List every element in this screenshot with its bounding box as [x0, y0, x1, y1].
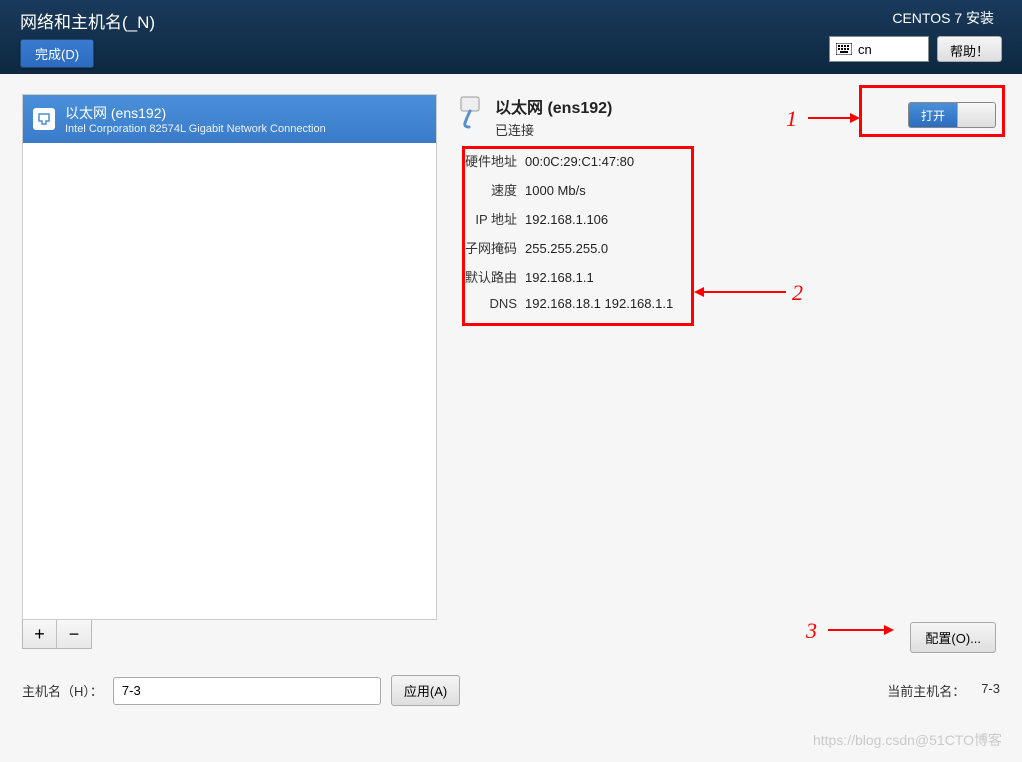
- keyboard-layout-selector[interactable]: cn: [829, 36, 929, 62]
- connection-details: 以太网 (ens192) 已连接 打开 硬件地址 00:0C:29:C1:47:…: [455, 94, 1000, 649]
- page-title: 网络和主机名(_N): [20, 8, 155, 33]
- connection-details-table: 硬件地址 00:0C:29:C1:47:80 速度 1000 Mb/s IP 地…: [457, 151, 1000, 311]
- hostname-row: 主机名（H）： 应用(A) 当前主机名： 7-3: [22, 675, 1000, 706]
- keyboard-lang-label: cn: [858, 42, 872, 57]
- detail-label: 速度: [457, 180, 517, 199]
- detail-label: 硬件地址: [457, 151, 517, 170]
- detail-row: IP 地址 192.168.1.106: [457, 209, 1000, 228]
- current-hostname-value: 7-3: [981, 681, 1000, 700]
- detail-row: 硬件地址 00:0C:29:C1:47:80: [457, 151, 1000, 170]
- device-panel: 以太网 (ens192) Intel Corporation 82574L Gi…: [22, 94, 437, 649]
- hostname-label: 主机名（H）：: [22, 681, 103, 700]
- detail-value: 192.168.1.106: [525, 212, 608, 227]
- detail-row: DNS 192.168.18.1 192.168.1.1: [457, 296, 1000, 311]
- detail-label: 子网掩码: [457, 238, 517, 257]
- detail-value: 00:0C:29:C1:47:80: [525, 154, 634, 169]
- header: 网络和主机名(_N) 完成(D) CENTOS 7 安装 cn 帮助！: [0, 0, 1022, 74]
- ethernet-connection-icon: [455, 94, 485, 130]
- remove-device-button[interactable]: −: [57, 620, 91, 648]
- main-content: 以太网 (ens192) Intel Corporation 82574L Gi…: [0, 74, 1022, 649]
- apply-hostname-button[interactable]: 应用(A): [391, 675, 460, 706]
- device-list[interactable]: 以太网 (ens192) Intel Corporation 82574L Gi…: [22, 94, 437, 620]
- detail-row: 子网掩码 255.255.255.0: [457, 238, 1000, 257]
- current-hostname-label: 当前主机名：: [887, 681, 965, 700]
- detail-value: 1000 Mb/s: [525, 183, 586, 198]
- ethernet-icon: [33, 108, 55, 130]
- connection-toggle[interactable]: 打开: [908, 102, 996, 128]
- toggle-on-label: 打开: [909, 103, 957, 127]
- detail-label: IP 地址: [457, 209, 517, 228]
- hostname-input[interactable]: [113, 677, 381, 705]
- configure-button[interactable]: 配置(O)...: [910, 622, 996, 653]
- detail-row: 速度 1000 Mb/s: [457, 180, 1000, 199]
- done-button[interactable]: 完成(D): [20, 39, 94, 68]
- watermark: https://blog.csdn@51CTO博客: [813, 730, 1002, 750]
- detail-value: 192.168.1.1: [525, 270, 594, 285]
- install-title: CENTOS 7 安装: [892, 8, 994, 28]
- keyboard-icon: [836, 43, 852, 55]
- help-button[interactable]: 帮助！: [937, 36, 1002, 62]
- detail-row: 默认路由 192.168.1.1: [457, 267, 1000, 286]
- detail-label: DNS: [457, 296, 517, 311]
- device-desc: Intel Corporation 82574L Gigabit Network…: [65, 123, 326, 135]
- device-name: 以太网 (ens192): [65, 103, 326, 123]
- detail-value: 192.168.18.1 192.168.1.1: [525, 296, 673, 311]
- toggle-handle: [957, 103, 995, 127]
- add-device-button[interactable]: +: [23, 620, 57, 648]
- device-list-item[interactable]: 以太网 (ens192) Intel Corporation 82574L Gi…: [23, 95, 436, 143]
- detail-value: 255.255.255.0: [525, 241, 608, 256]
- detail-label: 默认路由: [457, 267, 517, 286]
